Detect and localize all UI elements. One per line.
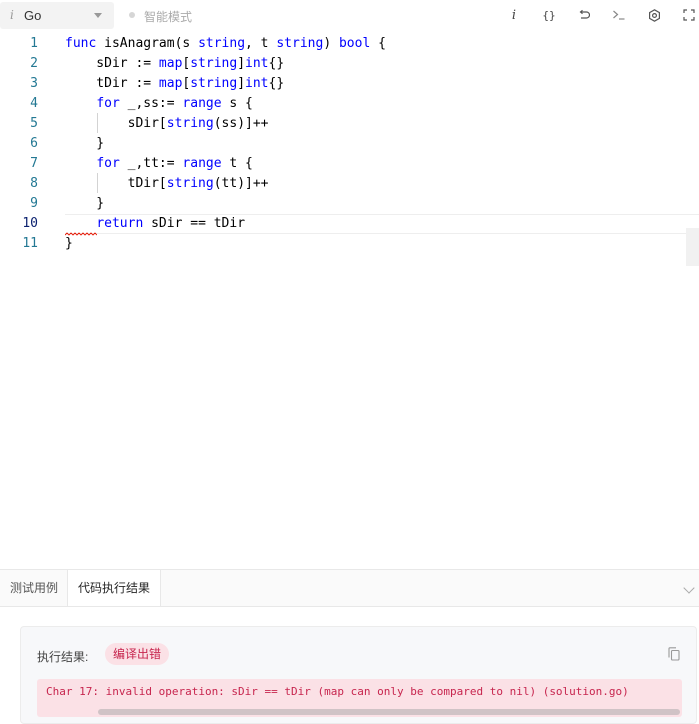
line-number: 1 bbox=[30, 36, 38, 51]
code-line: 7 for _,tt:= range t { bbox=[0, 154, 699, 174]
code-text: func isAnagram(s string, t string) bool … bbox=[65, 36, 386, 51]
language-select[interactable]: i Go bbox=[0, 2, 114, 29]
tab-execution-result[interactable]: 代码执行结果 bbox=[67, 570, 162, 606]
smart-mode-label[interactable]: 智能模式 bbox=[144, 8, 192, 25]
code-text: sDir := map[string]int{} bbox=[65, 56, 285, 71]
settings-icon[interactable] bbox=[642, 4, 666, 26]
braces-icon[interactable]: {} bbox=[537, 4, 561, 26]
line-number: 6 bbox=[30, 136, 38, 151]
chevron-down-icon bbox=[94, 13, 102, 18]
code-line: 3 tDir := map[string]int{} bbox=[0, 74, 699, 94]
code-line: 11 } bbox=[0, 234, 699, 254]
bottom-tab-bar: 测试用例 代码执行结果 bbox=[0, 569, 699, 607]
line-number: 10 bbox=[22, 216, 38, 231]
code-text: tDir[string(tt)]++ bbox=[65, 176, 269, 191]
code-line: 5 sDir[string(ss)]++ bbox=[0, 114, 699, 134]
line-number: 2 bbox=[30, 56, 38, 71]
line-number: 7 bbox=[30, 156, 38, 171]
line-number: 9 bbox=[30, 196, 38, 211]
line-number: 11 bbox=[22, 236, 38, 251]
code-line: 4 for _,ss:= range s { bbox=[0, 94, 699, 114]
info-icon[interactable]: i bbox=[502, 4, 526, 26]
reset-icon[interactable] bbox=[572, 4, 596, 26]
code-text: } bbox=[65, 136, 105, 151]
code-text: } bbox=[65, 236, 73, 251]
code-line: 8 tDir[string(tt)]++ bbox=[0, 174, 699, 194]
code-line: 6 } bbox=[0, 134, 699, 154]
code-line-active: 10 return sDir == tDir bbox=[0, 214, 699, 234]
info-italic-icon: i bbox=[10, 8, 14, 22]
code-text: } bbox=[65, 196, 105, 211]
horizontal-scrollbar[interactable] bbox=[98, 709, 680, 715]
error-output: Char 17: invalid operation: sDir == tDir… bbox=[37, 679, 682, 717]
code-line: 2 sDir := map[string]int{} bbox=[0, 54, 699, 74]
status-badge: 编译出错 bbox=[105, 643, 170, 665]
copy-icon[interactable] bbox=[668, 647, 680, 661]
line-number: 8 bbox=[30, 176, 38, 191]
mode-toggle-dot[interactable] bbox=[129, 12, 135, 18]
execution-result-card: 执行结果: 编译出错 Char 17: invalid operation: s… bbox=[20, 626, 697, 724]
terminal-icon[interactable] bbox=[607, 4, 631, 26]
chevron-down-icon[interactable] bbox=[683, 582, 695, 594]
code-text: for _,ss:= range s { bbox=[96, 96, 253, 111]
code-line: 1 func isAnagram(s string, t string) boo… bbox=[0, 34, 699, 54]
result-label: 执行结果: bbox=[37, 650, 89, 664]
code-text: sDir[string(ss)]++ bbox=[65, 116, 269, 131]
line-number: 3 bbox=[30, 76, 38, 91]
code-editor[interactable]: 1 func isAnagram(s string, t string) boo… bbox=[0, 33, 699, 569]
fullscreen-icon[interactable] bbox=[677, 4, 699, 26]
editor-toolbar: i Go 智能模式 i {} bbox=[0, 0, 699, 32]
code-text: tDir := map[string]int{} bbox=[65, 76, 285, 91]
error-message: Char 17: invalid operation: sDir == tDir… bbox=[46, 685, 629, 698]
tab-test-cases[interactable]: 测试用例 bbox=[0, 570, 68, 606]
code-text: return sDir == tDir bbox=[96, 216, 246, 231]
language-label: Go bbox=[24, 8, 42, 23]
editor-scrollbar[interactable] bbox=[686, 228, 699, 266]
error-squiggle bbox=[65, 232, 97, 236]
code-line: 9 } bbox=[0, 194, 699, 214]
line-number: 5 bbox=[30, 116, 38, 131]
code-text: for _,tt:= range t { bbox=[96, 156, 253, 171]
line-number: 4 bbox=[30, 96, 38, 111]
